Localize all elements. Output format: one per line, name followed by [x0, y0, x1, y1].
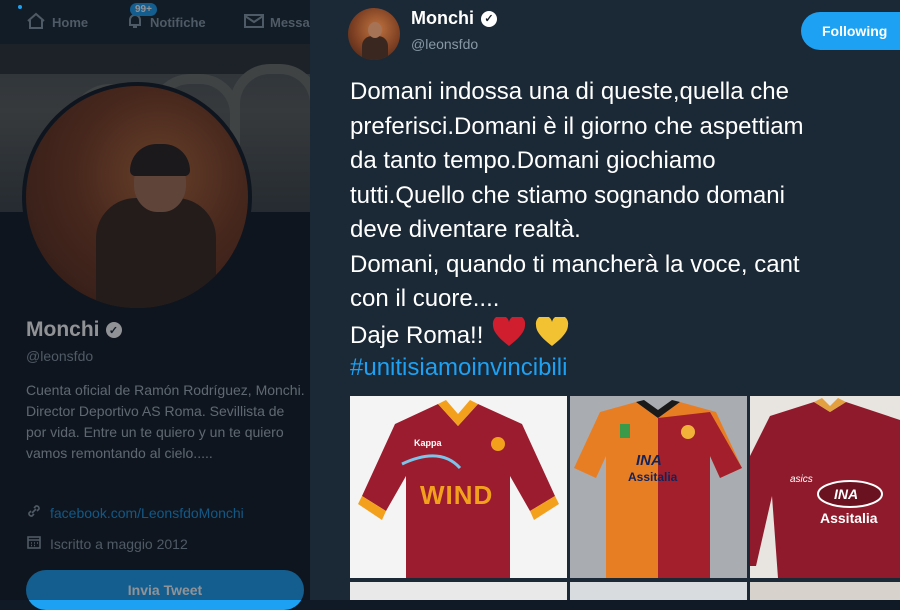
tweet-modal: Monchi ✓ @leonsfdo Following Domani indo… [310, 0, 900, 600]
jersey-image-3[interactable]: asics INA Assitalia [750, 396, 900, 578]
tweet-line: deve diventare realtà. [350, 216, 581, 243]
following-button[interactable]: Following [801, 12, 900, 50]
tweet-closing-line: Daje Roma!! [350, 314, 900, 352]
tweet-author-name[interactable]: Monchi ✓ [411, 8, 497, 29]
profile-page: Home Notifiche 99+ Messa Monchi ✓ @leons… [0, 0, 310, 610]
jersey3-sponsor-top: INA [834, 486, 859, 502]
jersey-image-4[interactable] [350, 582, 567, 600]
tweet-author-name-text[interactable]: Monchi [411, 8, 474, 29]
tweet-author-handle[interactable]: @leonsfdo [411, 36, 478, 52]
jersey3-brand: asics [790, 474, 813, 485]
verified-icon: ✓ [481, 10, 497, 27]
tweet-line: con il cuore.... [350, 285, 500, 312]
tweet-closing-text: Daje Roma!! [350, 321, 484, 349]
tweet-line: preferisci.Domani è il giorno che aspett… [350, 112, 804, 140]
jersey2-sponsor-bottom: Assitalia [628, 470, 678, 484]
jersey1-brand: Kappa [414, 438, 442, 448]
tweet-line: tutti.Quello che stiamo sognando domani [350, 181, 785, 209]
tweet-text: Domani indossa una di queste,quella che … [350, 75, 900, 386]
modal-overlay[interactable] [0, 0, 310, 600]
status-dot [18, 5, 22, 9]
tweet-line: Domani, quando ti mancherà la voce, cant [350, 250, 800, 278]
jersey-image-5[interactable] [570, 582, 747, 600]
hashtag-link[interactable]: #unitisiamoinvincibili [350, 351, 900, 386]
tweet-line: Domani indossa una di queste,quella che [350, 78, 789, 105]
tweet-line: da tanto tempo.Domani giochiamo [350, 147, 716, 174]
jersey3-sponsor-bottom: Assitalia [820, 510, 878, 526]
jersey2-sponsor-top: INA [636, 452, 662, 469]
jersey-image-2[interactable]: INA Assitalia [570, 396, 747, 578]
jersey1-sponsor: WIND [420, 480, 494, 510]
jersey-image-6[interactable] [750, 582, 900, 600]
jersey-image-1[interactable]: Kappa WIND [350, 396, 567, 578]
tweet-media[interactable]: Kappa WIND INA Assitalia asics INA Assit… [350, 396, 900, 600]
tweet-author-avatar[interactable] [348, 8, 400, 60]
